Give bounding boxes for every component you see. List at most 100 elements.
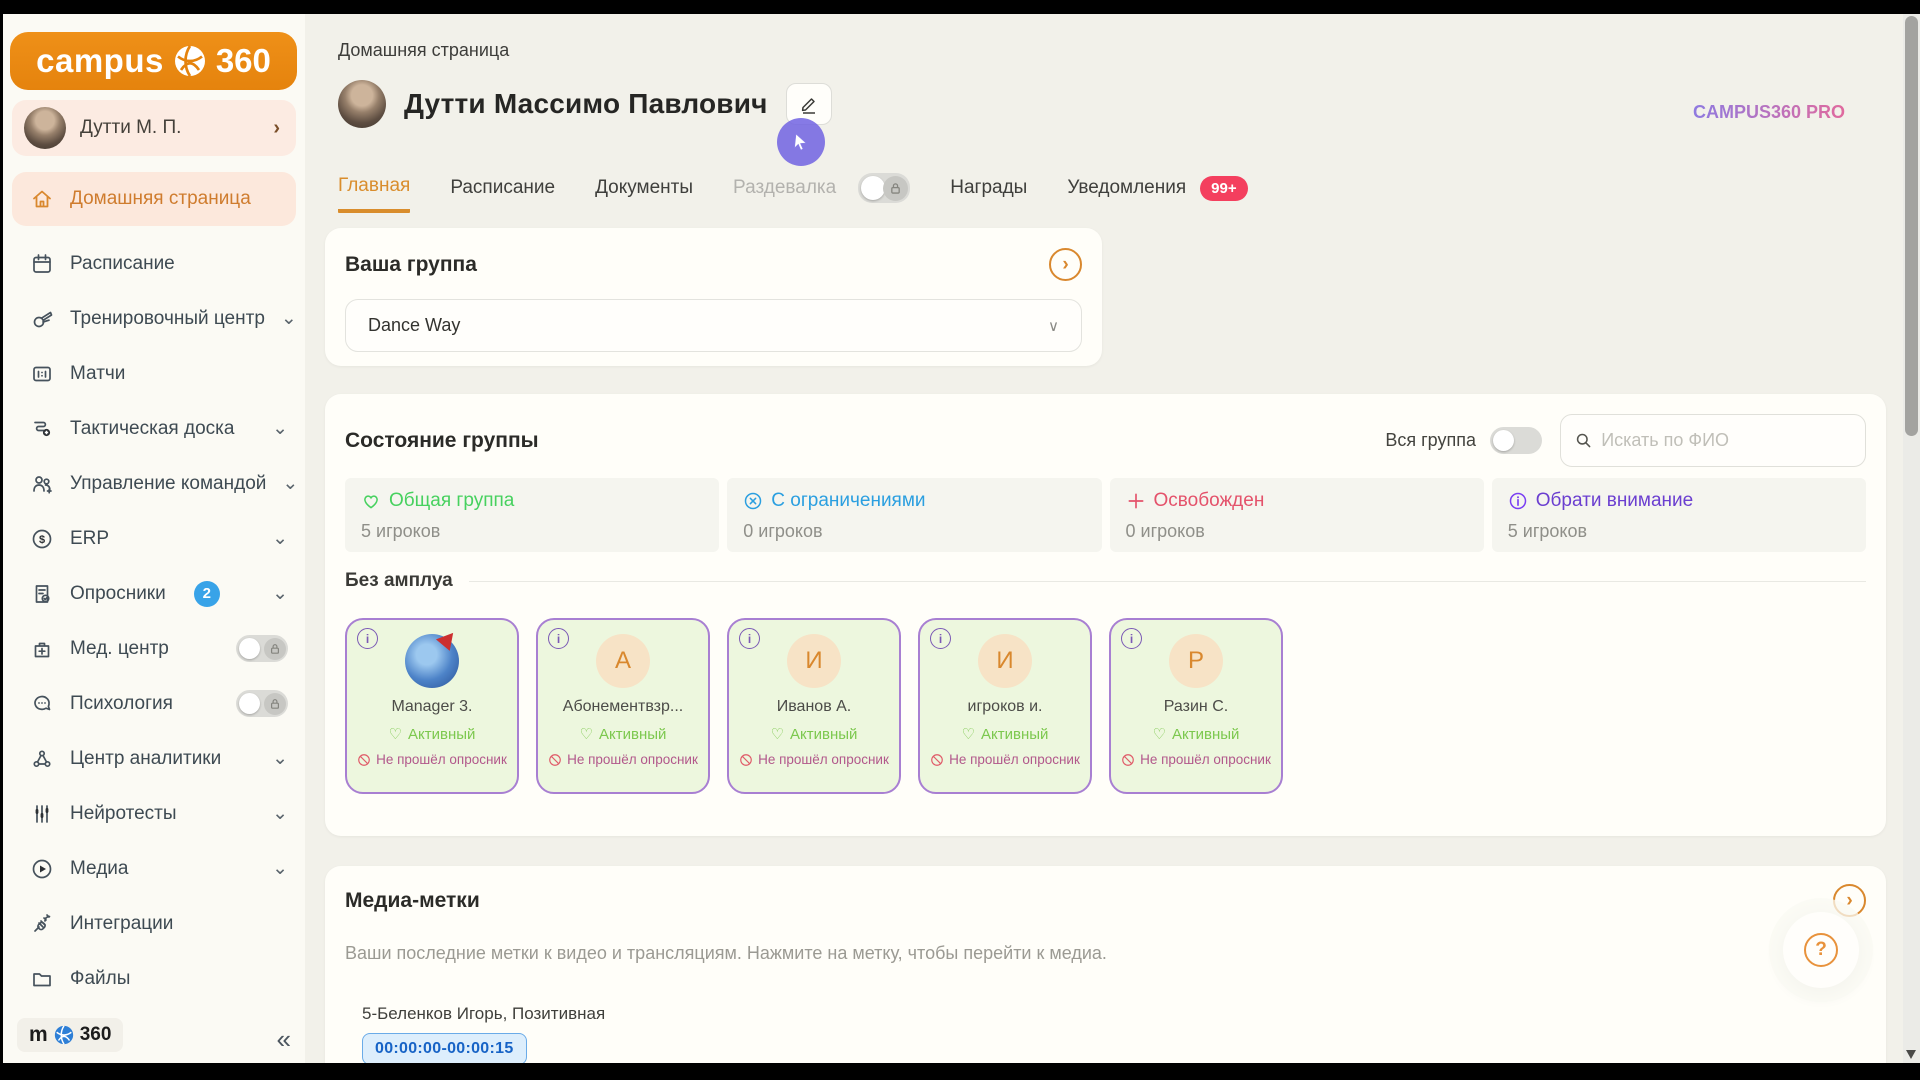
chevron-down-icon: ⌄ [272, 583, 288, 604]
your-group-card: Ваша группа › Dance Way ∨ [325, 228, 1102, 366]
page-scrollbar[interactable] [1903, 14, 1920, 1063]
scrollbar-thumb[interactable] [1905, 16, 1918, 436]
info-icon[interactable]: i [357, 628, 378, 649]
pencil-icon [801, 98, 815, 114]
chevron-down-icon: ⌄ [272, 748, 288, 769]
survey-icon [35, 584, 50, 603]
player-card[interactable]: i А Абонементвзр... ♡ Активный Не прошёл … [536, 618, 710, 794]
status-count: 0 игроков [1125, 521, 1205, 541]
tab-schedule[interactable]: Расписание [450, 177, 555, 211]
sidebar-collapse-button[interactable]: « [277, 1024, 291, 1055]
status-count: 5 игроков [361, 521, 441, 541]
info-icon[interactable]: i [930, 628, 951, 649]
sidebar-item-surveys[interactable]: Опросники 2 ⌄ [12, 566, 296, 621]
prohibited-icon [358, 753, 370, 766]
tab-documents[interactable]: Документы [595, 177, 693, 211]
scoreboard-icon [33, 366, 51, 381]
toggle-knob [1493, 430, 1514, 451]
sidebar-item-schedule[interactable]: Расписание [12, 236, 296, 291]
chevron-down-icon: ⌄ [272, 803, 288, 824]
all-group-toggle[interactable] [1490, 427, 1542, 454]
lock-icon [264, 637, 286, 660]
player-card[interactable]: i Р Разин С. ♡ Активный Не прошёл опросни… [1109, 618, 1283, 794]
player-card[interactable]: i И Иванов А. ♡ Активный Не прошёл опросн… [727, 618, 901, 794]
status-tiles: Общая группа 5 игроков С ограничениями 0… [345, 478, 1866, 552]
lock-icon [264, 692, 286, 715]
locker-room-toggle[interactable] [858, 173, 911, 203]
sidebar-item-matches[interactable]: Матчи [12, 346, 296, 401]
tab-notifications[interactable]: Уведомления 99+ [1067, 175, 1248, 213]
letterbox-top [0, 0, 1920, 14]
page-title: Дутти Массимо Павлович [404, 88, 768, 119]
scrollbar-down-arrow[interactable] [1906, 1050, 1916, 1059]
info-icon[interactable]: i [548, 628, 569, 649]
status-count: 0 игроков [743, 521, 823, 541]
sidebar-item-med-center[interactable]: Мед. центр [12, 621, 296, 676]
sidebar-item-analytics-center[interactable]: Центр аналитики ⌄ [12, 731, 296, 786]
heart-icon: ♡ [388, 726, 403, 743]
player-card[interactable]: i Manager 3. ♡ Активный Не прошёл опросни… [345, 618, 519, 794]
help-button[interactable]: ? [1783, 912, 1859, 988]
sidebar-item-psychology[interactable]: Психология [12, 676, 296, 731]
tab-awards[interactable]: Награды [950, 177, 1027, 211]
breadcrumb: Домашняя страница [338, 40, 510, 60]
restricted-icon [745, 492, 762, 510]
tab-locker-room[interactable]: Раздевалка [733, 173, 911, 215]
your-group-title: Ваша группа [345, 252, 477, 276]
sidebar-item-training-center[interactable]: Тренировочный центр ⌄ [12, 291, 297, 346]
group-select-value: Dance Way [368, 315, 461, 335]
media-nav-button[interactable]: › [1833, 884, 1866, 917]
med-center-toggle[interactable] [236, 635, 288, 662]
status-count: 5 игроков [1507, 521, 1588, 541]
globe-icon [174, 45, 205, 77]
no-role-label: Без амплуа [345, 570, 453, 591]
svg-text:$: $ [39, 534, 45, 546]
no-role-section: Без амплуа [345, 570, 1866, 592]
heart-icon: ♡ [1152, 726, 1167, 743]
sidebar-item-media[interactable]: Медиа ⌄ [12, 841, 296, 896]
sidebar-item-erp[interactable]: $ ERP ⌄ [12, 511, 296, 566]
sidebar-item-files[interactable]: Файлы [12, 951, 296, 1006]
player-card[interactable]: i И игроков и. ♡ Активный Не прошёл опрос… [918, 618, 1092, 794]
user-avatar [24, 107, 66, 149]
psychology-toggle[interactable] [236, 690, 288, 717]
chevron-down-icon: ⌄ [272, 858, 288, 879]
home-icon [33, 190, 51, 208]
pro-plan-badge: CAMPUS360 PRO [1692, 102, 1845, 122]
sidebar-item-team-management[interactable]: Управление командой ⌄ [12, 456, 298, 511]
status-tile-general: Общая группа 5 игроков [345, 478, 720, 552]
sidebar-item-neurotests[interactable]: Нейротесты ⌄ [12, 786, 296, 841]
divider [468, 580, 1866, 582]
info-icon[interactable]: i [1121, 628, 1142, 649]
sidebar-user[interactable]: Дутти М. П. › [12, 100, 296, 156]
chevron-down-icon: ∨ [1048, 317, 1059, 335]
sidebar-item-home[interactable]: Домашняя страница [12, 172, 296, 226]
group-select[interactable]: Dance Way ∨ [345, 299, 1082, 352]
tactics-icon [34, 421, 51, 436]
sidebar-item-tactic-board[interactable]: Тактическая доска ⌄ [12, 401, 296, 456]
tab-main[interactable]: Главная [338, 175, 411, 213]
plus-icon [1128, 493, 1143, 509]
app-logo[interactable]: campus 360 [10, 32, 297, 90]
status-tile-attention: Обрати внимание 5 игроков [1491, 478, 1866, 552]
main-content: Домашняя страница Дутти Массимо Павлович… [305, 14, 1903, 1080]
chevron-down-icon: ⌄ [280, 308, 297, 329]
edit-name-button[interactable] [785, 83, 832, 125]
lock-icon [883, 175, 909, 201]
santa-hat [435, 627, 461, 651]
prohibited-icon [931, 753, 943, 766]
media-tags-card: Медиа-метки › Ваши последние метки к вид… [325, 866, 1886, 1080]
search-input[interactable] [1601, 430, 1851, 451]
sidebar: campus 360 Дутти М. П. › Домашняя страни… [3, 14, 305, 1063]
toggle-knob [239, 638, 260, 659]
info-icon[interactable]: i [739, 628, 760, 649]
media-timecode-chip[interactable]: 00:00:00-00:00:15 [362, 1033, 527, 1065]
profile-header: Дутти Массимо Павлович [338, 80, 832, 128]
player-avatar: И [787, 634, 841, 688]
chevron-right-icon: › [273, 116, 280, 139]
sidebar-item-integrations[interactable]: Интеграции [12, 896, 296, 951]
toggle-knob [239, 693, 260, 714]
group-nav-button[interactable]: › [1049, 248, 1082, 281]
player-cards: i Manager 3. ♡ Активный Не прошёл опросни… [345, 618, 1283, 794]
m360-logo: m 360 [17, 1018, 124, 1052]
